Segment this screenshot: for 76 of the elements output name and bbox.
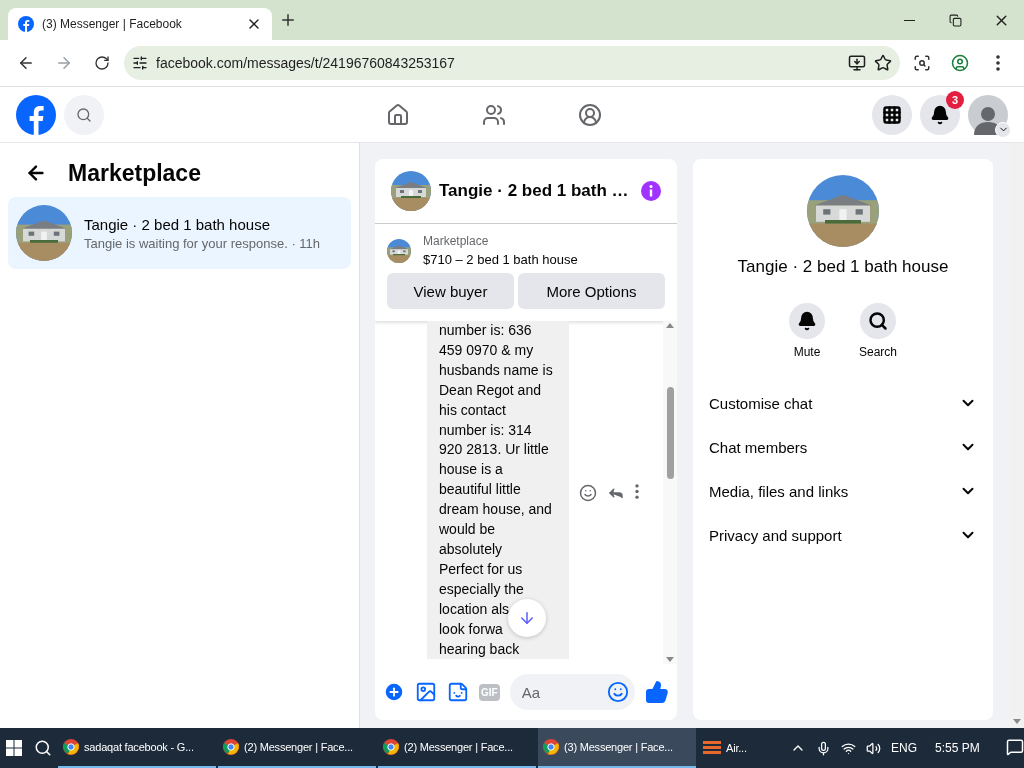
plus-icon xyxy=(279,11,297,29)
reload-icon xyxy=(94,55,110,71)
taskbar-item[interactable]: (2) Messenger | Face... xyxy=(378,728,536,768)
chat-title: Tangie · 2 bed 1 bath … xyxy=(439,181,630,201)
sticker-icon xyxy=(447,681,469,703)
search-icon xyxy=(76,106,92,123)
smiley-icon xyxy=(579,483,597,502)
facebook-icon xyxy=(18,16,34,32)
volume-icon xyxy=(866,740,881,756)
message-bubble: number is: 636 459 0970 & my husbands name is Dean Regot and his contact number is: 314 920 2813. Ur little house is a beautiful little dream house, and would be absolutely Perfect for us especially the location als look forwa hearing back xyxy=(427,321,569,660)
conversation-item[interactable]: Tangie · 2 bed 1 bath house Tangie is waiting for your response. · 11h xyxy=(8,197,351,269)
language-indicator[interactable]: ENG xyxy=(891,741,917,755)
clock[interactable]: 5:55 PM xyxy=(935,741,980,755)
chrome-icon xyxy=(543,739,559,755)
weather-icon xyxy=(703,739,721,757)
search-icon xyxy=(34,739,52,757)
action-label: Mute xyxy=(793,345,821,359)
chrome-icon xyxy=(63,739,79,755)
address-bar[interactable]: facebook.com/messages/t/24196760843253167 xyxy=(124,46,900,80)
restore-icon xyxy=(948,13,962,27)
action-button[interactable]: View buyer xyxy=(387,273,514,309)
taskbar-item[interactable]: (2) Messenger | Face... xyxy=(218,728,376,768)
facebook-logo[interactable] xyxy=(16,94,56,135)
plus-icon xyxy=(383,681,405,703)
grid-icon xyxy=(882,104,902,125)
weather-widget[interactable]: Air... xyxy=(698,728,788,768)
chrome-icon xyxy=(223,739,239,755)
info-icon[interactable] xyxy=(641,181,661,201)
account-avatar[interactable] xyxy=(968,94,1008,135)
message-field[interactable]: Aa xyxy=(509,674,635,710)
mute-button[interactable] xyxy=(789,303,825,339)
more-icon xyxy=(635,483,639,499)
menu-button[interactable] xyxy=(872,94,912,135)
scrollbar[interactable] xyxy=(663,321,677,664)
forward-icon xyxy=(55,54,73,72)
menu-icon xyxy=(996,55,1000,71)
section-header[interactable]: Privacy and support xyxy=(701,513,985,557)
bell-icon xyxy=(930,104,950,125)
taskbar-item[interactable]: sadaqat facebook - G... xyxy=(58,728,216,768)
lens-icon xyxy=(913,54,931,72)
home-icon xyxy=(386,102,410,127)
minimize-icon xyxy=(903,19,915,21)
microphone-icon xyxy=(816,740,831,756)
conversation-title: Tangie · 2 bed 1 bath house xyxy=(84,215,271,233)
back-icon xyxy=(17,54,35,72)
section-header[interactable]: Chat members xyxy=(701,425,985,469)
taskbar-item[interactable]: (3) Messenger | Face... xyxy=(538,728,696,768)
conversation-preview: Tangie is waiting for your response. · 11h xyxy=(84,235,321,251)
profile-icon xyxy=(578,102,602,127)
bell-icon xyxy=(797,311,817,331)
thumbs-up-icon xyxy=(645,680,669,704)
chrome-icon xyxy=(383,739,399,755)
page-scrollbar[interactable] xyxy=(1010,143,1024,728)
wifi-icon xyxy=(841,740,856,756)
install-icon xyxy=(848,54,866,72)
listing-label: Marketplace xyxy=(423,234,490,248)
action-button[interactable]: More Options xyxy=(518,273,665,309)
section-header[interactable]: Customise chat xyxy=(701,381,985,425)
arrow-down-icon xyxy=(518,609,536,627)
friends-icon xyxy=(482,102,506,127)
profile-icon xyxy=(951,54,969,72)
image-icon xyxy=(415,681,437,703)
search-button[interactable] xyxy=(860,303,896,339)
details-title: Tangie · 2 bed 1 bath house xyxy=(737,257,949,277)
star-icon xyxy=(874,54,892,72)
action-label: Search xyxy=(859,345,897,359)
emoji-icon xyxy=(607,681,629,703)
browser-tab[interactable]: (3) Messenger | Facebook xyxy=(8,8,272,40)
notifications-icon xyxy=(1005,737,1024,756)
listing-title: $710 – 2 bed 1 bath house xyxy=(423,252,578,267)
section-header[interactable]: Media, files and links xyxy=(701,469,985,513)
sidebar-title: Marketplace xyxy=(68,159,201,187)
search-icon xyxy=(868,311,888,331)
windows-icon xyxy=(6,740,22,756)
notification-badge: 3 xyxy=(946,90,964,109)
site-settings-icon xyxy=(132,55,148,71)
